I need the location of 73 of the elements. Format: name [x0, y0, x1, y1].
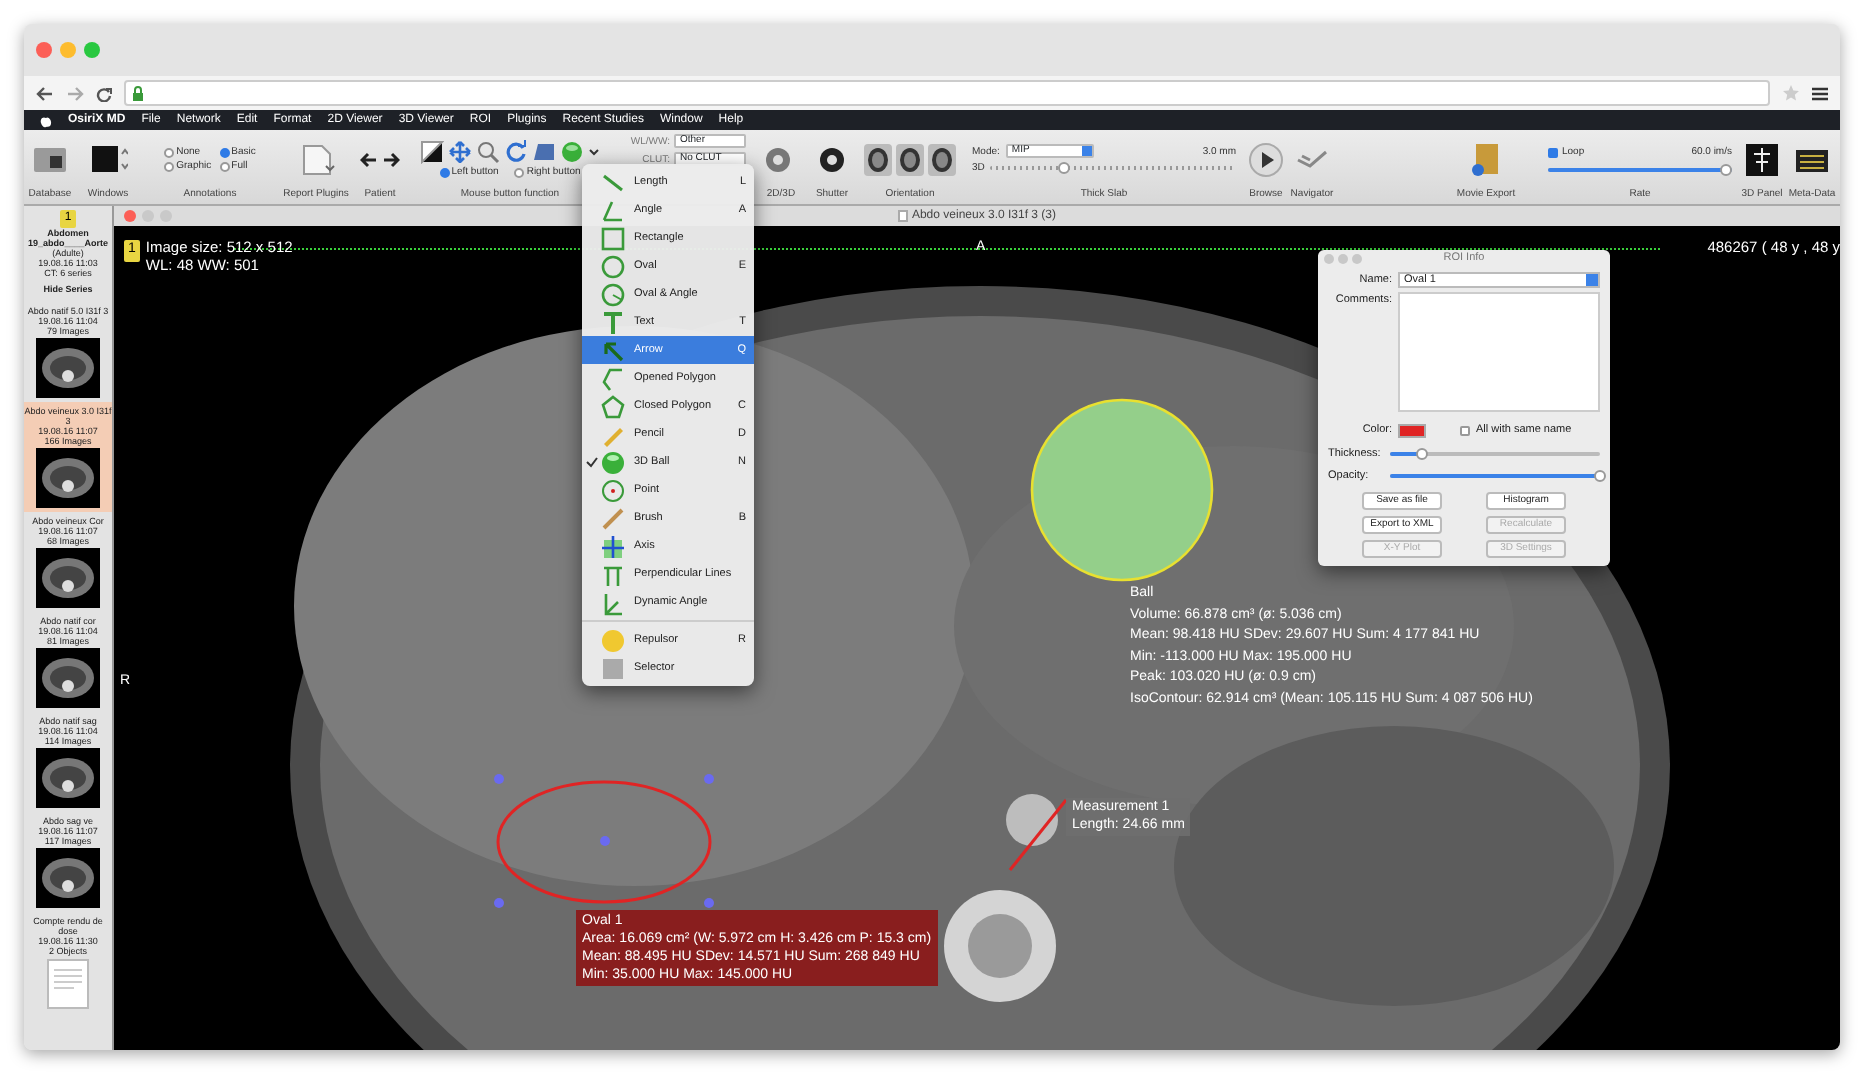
radio-button[interactable] [514, 167, 525, 177]
scan-thumbnail[interactable] [36, 448, 100, 508]
slider-thumb[interactable] [1720, 164, 1732, 176]
zoom-tool-icon[interactable] [476, 140, 500, 164]
scan-thumbnail[interactable] [36, 848, 100, 908]
open-polygon-icon [600, 365, 626, 391]
aorta-region [1006, 794, 1058, 846]
text-tool-icon [600, 309, 626, 335]
color-swatch[interactable] [1398, 423, 1426, 438]
lock-icon [132, 85, 144, 101]
radio-button[interactable] [439, 167, 450, 177]
window-swatch-icon[interactable] [89, 141, 127, 177]
line-icon [600, 169, 626, 195]
check-icon [585, 456, 597, 468]
loop-checkbox[interactable] [1548, 147, 1558, 157]
arrow-icon [600, 337, 626, 363]
roi-handle[interactable] [494, 774, 504, 784]
brush-icon [600, 505, 626, 531]
angle-icon [600, 197, 626, 223]
dynamic-angle-icon [600, 589, 626, 615]
head-orientation-icon[interactable] [928, 143, 956, 175]
checkbox[interactable] [1460, 425, 1470, 436]
axis-icon [600, 533, 626, 559]
slider-thumb[interactable] [1594, 469, 1606, 482]
square-icon [600, 225, 626, 251]
vertebra-drawing [944, 890, 1056, 1002]
circle-icon [600, 253, 626, 279]
address-field[interactable] [124, 80, 1770, 106]
document-thumbnail[interactable] [44, 958, 92, 1010]
slider[interactable] [1390, 473, 1600, 478]
slider-thumb[interactable] [1058, 162, 1071, 174]
head-orientation-icon[interactable] [864, 143, 892, 175]
skeleton-icon[interactable] [1743, 141, 1781, 177]
move-tool-icon[interactable] [448, 140, 472, 164]
scan-thumbnail[interactable] [36, 648, 100, 708]
circle-angle-icon [600, 281, 626, 307]
document-icon[interactable] [297, 141, 335, 177]
stack-tool-icon[interactable] [532, 140, 556, 164]
roi-handle[interactable] [494, 898, 504, 908]
square-icon [600, 655, 626, 681]
measurement-line[interactable] [1008, 798, 1068, 872]
radio-button[interactable] [164, 147, 175, 157]
document-icon [897, 210, 908, 222]
left-arrow-icon[interactable] [360, 151, 378, 167]
back-icon[interactable] [36, 85, 54, 101]
polygon-icon [600, 393, 626, 419]
radio-button[interactable] [219, 147, 230, 157]
circle-icon [600, 627, 626, 653]
right-arrow-icon[interactable] [382, 151, 400, 167]
roi-handle[interactable] [704, 774, 714, 784]
rotate-tool-icon[interactable] [504, 140, 528, 164]
comments-field[interactable] [1398, 292, 1600, 413]
slider[interactable] [1390, 451, 1600, 456]
apple-icon[interactable] [40, 113, 52, 127]
menu-icon[interactable] [1812, 85, 1828, 101]
roi-handle[interactable] [600, 836, 610, 846]
contrast-tool-icon[interactable] [420, 140, 444, 164]
star-icon[interactable] [1782, 84, 1800, 102]
radio-button[interactable] [164, 161, 175, 171]
ball-roi[interactable] [1030, 398, 1214, 582]
slider-thumb[interactable] [1415, 447, 1428, 460]
roi-handle[interactable] [704, 898, 714, 908]
scan-thumbnail[interactable] [36, 548, 100, 608]
scan-thumbnail[interactable] [36, 338, 100, 398]
forward-icon[interactable] [66, 85, 84, 101]
perpendicular-lines-icon [600, 561, 626, 587]
reload-icon[interactable] [96, 85, 112, 101]
play-icon[interactable] [1247, 141, 1285, 177]
point-icon [600, 477, 626, 503]
ball-icon [600, 449, 626, 475]
head-orientation-icon[interactable] [896, 143, 924, 175]
scan-thumbnail[interactable] [36, 748, 100, 808]
radio-button[interactable] [219, 161, 230, 171]
